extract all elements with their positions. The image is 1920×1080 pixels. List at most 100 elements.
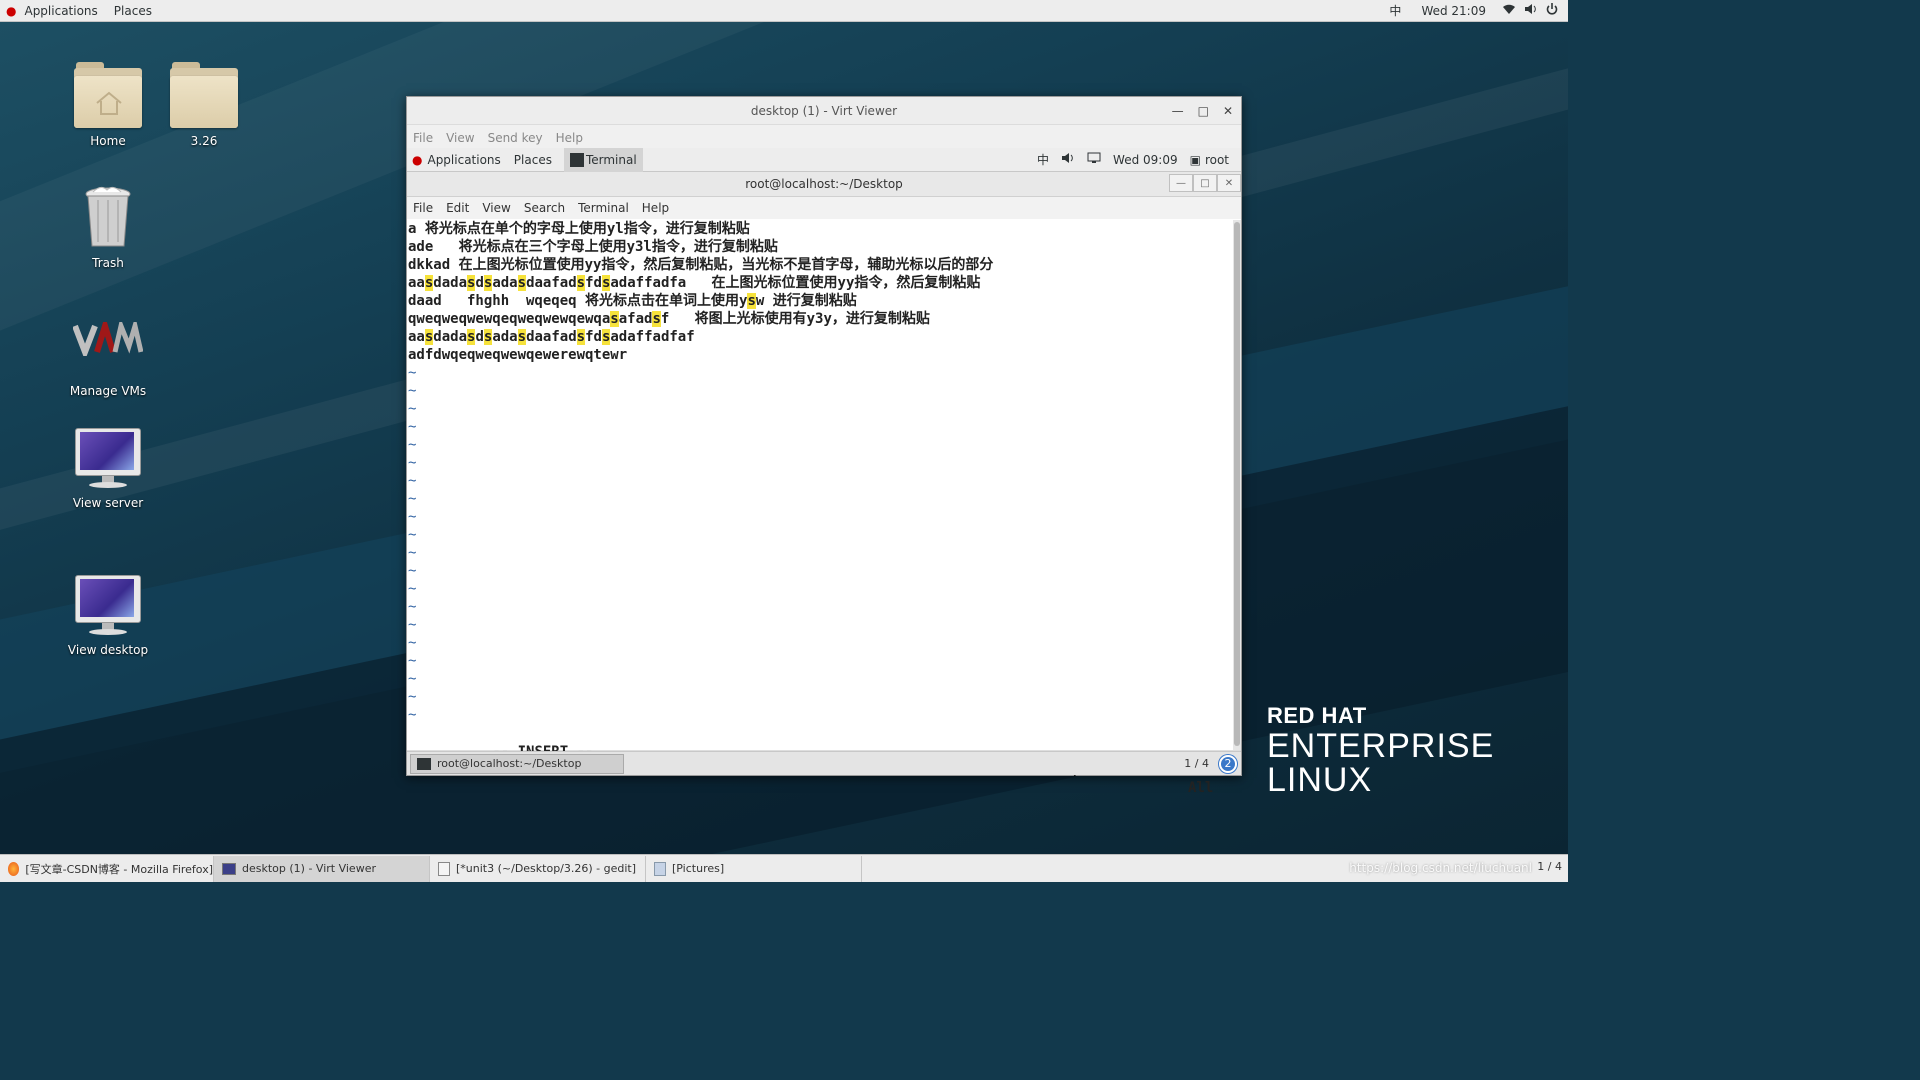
empty-line-marker: ~	[408, 455, 417, 471]
minimize-icon[interactable]: —	[1172, 104, 1184, 118]
maximize-icon[interactable]: □	[1198, 104, 1209, 118]
guest-network-icon[interactable]	[1087, 152, 1101, 167]
taskbar-item-gedit[interactable]: [*unit3 (~/Desktop/3.26) - gedit]	[430, 855, 646, 882]
desktop-icon-label: Trash	[92, 256, 124, 270]
text-editor-icon	[438, 861, 450, 876]
empty-line-marker: ~	[408, 527, 417, 543]
brand-line-3: LINUX	[1267, 761, 1373, 799]
desktop-icon-label: 3.26	[190, 134, 218, 148]
empty-line-marker: ~	[408, 689, 417, 705]
terminal-menubar: File Edit View Search Terminal Help	[407, 197, 1241, 219]
taskbar-item-label: desktop (1) - Virt Viewer	[242, 862, 376, 875]
terminal-menu-help[interactable]: Help	[642, 201, 669, 215]
empty-line-marker: ~	[408, 563, 417, 579]
home-folder-icon	[74, 62, 142, 128]
taskbar-item-pictures[interactable]: [Pictures]	[646, 855, 862, 882]
taskbar-item-label: [Pictures]	[672, 862, 725, 875]
workspace-pager[interactable]: 1 / 4	[1537, 860, 1562, 873]
empty-line-marker: ~	[408, 509, 417, 525]
guest-applications-menu[interactable]: Applications	[427, 153, 500, 167]
bottom-taskbar: [写文章-CSDN博客 - Mozilla Firefox] desktop (…	[0, 854, 1568, 882]
desktop-icon-label: View server	[72, 496, 144, 510]
guest-input-method[interactable]: 中	[1037, 151, 1049, 168]
menu-send-key[interactable]: Send key	[488, 131, 543, 145]
terminal-maximize-icon[interactable]: □	[1193, 174, 1217, 192]
watermark: https://blog.csdn.net/liuchuanl	[1349, 861, 1532, 875]
buffer-line-1: a 将光标点在单个的字母上使用yl指令，进行复制粘贴	[408, 221, 750, 237]
virt-viewer-window[interactable]: desktop (1) - Virt Viewer — □ ✕ File Vie…	[406, 96, 1242, 796]
taskbar-item-firefox[interactable]: [写文章-CSDN博客 - Mozilla Firefox]	[0, 855, 214, 882]
guest-bottom-panel: root@localhost:~/Desktop 1 / 4 2	[407, 751, 1241, 775]
desktop-icon-trash[interactable]: Trash	[58, 186, 158, 270]
folder-icon	[170, 62, 238, 128]
user-icon: ▣	[1189, 152, 1201, 167]
guest-terminal-tab[interactable]: Terminal	[563, 147, 643, 172]
desktop-icon-manage-vms[interactable]: Manage VMs	[58, 322, 158, 398]
applications-menu[interactable]: Applications	[16, 4, 105, 18]
guest-workspace-pager[interactable]: 1 / 4	[1184, 757, 1209, 770]
guest-task-label: root@localhost:~/Desktop	[437, 757, 582, 770]
guest-display[interactable]: ● Applications Places Terminal 中 Wed 09:…	[407, 147, 1241, 796]
terminal-scrollbar[interactable]	[1233, 220, 1241, 750]
guest-clock[interactable]: Wed 09:09	[1113, 153, 1178, 167]
monitor-icon	[75, 428, 141, 490]
virt-manager-icon	[73, 322, 143, 356]
terminal-menu-terminal[interactable]: Terminal	[578, 201, 629, 215]
vim-buffer[interactable]: a 将光标点在单个的字母上使用yl指令，进行复制粘贴 ade 将光标点在三个字母…	[407, 220, 1233, 796]
terminal-titlebar[interactable]: root@localhost:~/Desktop — □ ✕	[407, 172, 1241, 197]
menu-file[interactable]: File	[413, 131, 433, 145]
menu-help[interactable]: Help	[556, 131, 583, 145]
guest-volume-icon[interactable]	[1061, 152, 1075, 167]
buffer-line-7: aasdadasdsadasdaafadsfdsadaffadfaf	[408, 329, 695, 345]
firefox-icon	[8, 861, 20, 876]
buffer-line-5: daad fhghh wqeqeq 将光标点击在单词上使用ysw 进行复制粘贴	[408, 293, 857, 309]
places-menu[interactable]: Places	[106, 4, 160, 18]
empty-line-marker: ~	[408, 653, 417, 669]
empty-line-marker: ~	[408, 671, 417, 687]
empty-line-marker: ~	[408, 437, 417, 453]
close-icon[interactable]: ✕	[1223, 104, 1233, 118]
desktop-icon-label: View desktop	[67, 643, 149, 657]
terminal-window[interactable]: root@localhost:~/Desktop — □ ✕ File Edit…	[407, 172, 1241, 796]
empty-line-marker: ~	[408, 635, 417, 651]
terminal-menu-file[interactable]: File	[413, 201, 433, 215]
input-method-indicator[interactable]: 中	[1381, 2, 1409, 19]
wifi-icon[interactable]	[1498, 3, 1520, 18]
taskbar-item-virt-viewer[interactable]: desktop (1) - Virt Viewer	[214, 855, 430, 882]
empty-line-marker: ~	[408, 491, 417, 507]
terminal-tab-label: Terminal	[585, 152, 637, 167]
empty-line-marker: ~	[408, 383, 417, 399]
notification-badge[interactable]: 2	[1219, 754, 1237, 773]
empty-line-marker: ~	[408, 401, 417, 417]
desktop-icon-home[interactable]: Home	[58, 62, 158, 148]
volume-icon[interactable]	[1520, 3, 1542, 18]
empty-line-marker: ~	[408, 617, 417, 633]
guest-task-terminal[interactable]: root@localhost:~/Desktop	[410, 753, 624, 774]
monitor-icon	[222, 862, 236, 875]
terminal-title: root@localhost:~/Desktop	[745, 177, 903, 191]
empty-line-marker: ~	[408, 581, 417, 597]
desktop-icon-folder-3-26[interactable]: 3.26	[154, 62, 254, 148]
power-icon[interactable]	[1542, 3, 1568, 18]
terminal-menu-edit[interactable]: Edit	[446, 201, 469, 215]
terminal-minimize-icon[interactable]: —	[1169, 174, 1193, 192]
vim-scroll-position: All	[1188, 780, 1214, 796]
rhel-logo: RED HAT ENTERPRISE LINUX	[1267, 703, 1494, 797]
empty-line-marker: ~	[408, 419, 417, 435]
guest-user-label: root	[1204, 152, 1229, 167]
desktop-icon-view-desktop[interactable]: View desktop	[58, 575, 158, 657]
guest-user-menu[interactable]: ▣ root	[1190, 153, 1229, 167]
top-panel: ● Applications Places 中 Wed 21:09	[0, 0, 1568, 22]
desktop-icon-label: Manage VMs	[69, 384, 147, 398]
redhat-logo-icon: ●	[6, 3, 17, 18]
terminal-close-icon[interactable]: ✕	[1217, 174, 1241, 192]
desktop-icon-view-server[interactable]: View server	[58, 428, 158, 510]
guest-places-menu[interactable]: Places	[514, 153, 552, 167]
terminal-menu-search[interactable]: Search	[524, 201, 565, 215]
window-titlebar[interactable]: desktop (1) - Virt Viewer — □ ✕	[407, 97, 1241, 125]
menu-view[interactable]: View	[446, 131, 474, 145]
terminal-menu-view[interactable]: View	[482, 201, 510, 215]
buffer-line-6: qweqweqwewqeqweqwewqewqasafadsf 将图上光标使用有…	[408, 311, 930, 327]
taskbar-item-label: [*unit3 (~/Desktop/3.26) - gedit]	[456, 862, 637, 875]
clock[interactable]: Wed 21:09	[1409, 4, 1498, 18]
